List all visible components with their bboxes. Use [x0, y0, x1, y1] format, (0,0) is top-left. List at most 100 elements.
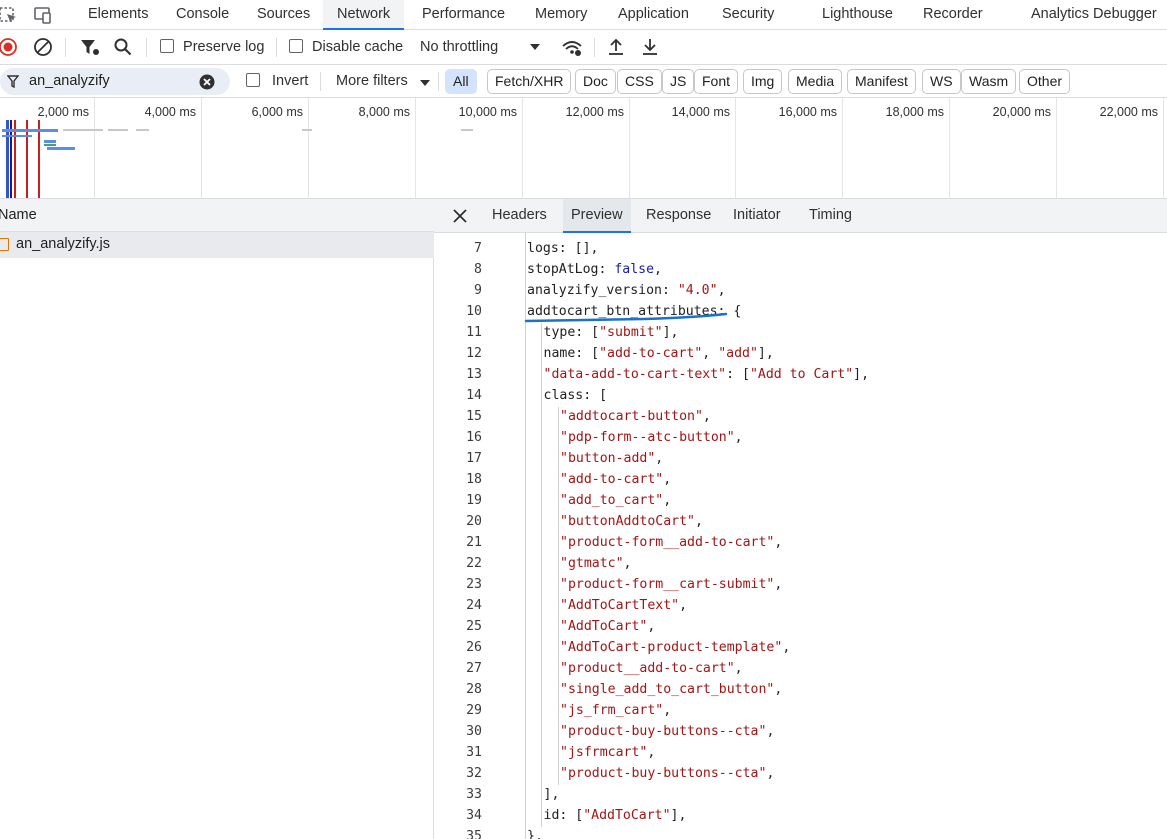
type-filter-wasm[interactable]: Wasm: [961, 69, 1017, 94]
code-text: },: [527, 829, 543, 839]
code-string: "button-add": [560, 451, 656, 466]
type-filter-media[interactable]: Media: [788, 69, 843, 94]
line-number: 25: [466, 619, 482, 634]
timeline-overview[interactable]: 2,000 ms 4,000 ms 6,000 ms 8,000 ms 10,000 m…: [0, 98, 1167, 199]
details-tab-preview[interactable]: Preview: [563, 199, 631, 233]
clear-filter-icon[interactable]: [199, 74, 215, 90]
type-filter-img[interactable]: Img: [743, 69, 783, 94]
name-column-header[interactable]: Name: [0, 199, 434, 232]
annotation-underline: [524, 312, 728, 323]
code-line: 13 "data-add-to-cart-text": ["Add to Cart…: [434, 365, 1167, 386]
code-line: 16 "pdp-form--atc-button",: [434, 428, 1167, 449]
code-text: "addtocart-button",: [560, 409, 711, 424]
script-file-icon: [0, 238, 9, 251]
type-filter-other[interactable]: Other: [1019, 69, 1071, 94]
chevron-down-icon[interactable]: [419, 79, 431, 88]
tab-memory[interactable]: Memory: [535, 0, 587, 30]
checkbox-box[interactable]: [289, 39, 303, 53]
code-line: 28 "single_add_to_cart_button",: [434, 680, 1167, 701]
throttling-select[interactable]: No throttling: [420, 39, 498, 55]
indent-guide: [558, 407, 559, 785]
tab-security[interactable]: Security: [722, 0, 774, 30]
type-filter-js[interactable]: JS: [662, 69, 695, 94]
code-token: analyzify_version:: [527, 283, 678, 298]
type-filter-all[interactable]: All: [445, 69, 477, 94]
disable-cache-checkbox[interactable]: Disable cache: [289, 39, 403, 55]
line-number: 28: [466, 682, 482, 697]
preserve-log-label: Preserve log: [183, 39, 265, 55]
filter-icon[interactable]: [79, 38, 101, 58]
upload-icon[interactable]: [607, 37, 625, 57]
inspect-element-icon[interactable]: [0, 5, 18, 25]
code-line: 22 "gtmatc",: [434, 554, 1167, 575]
overview-bar: [136, 129, 149, 131]
code-line: 21 "product-form__add-to-cart",: [434, 533, 1167, 554]
network-conditions-icon[interactable]: [561, 38, 583, 58]
tab-analytics-debugger[interactable]: Analytics Debugger: [1031, 0, 1157, 30]
device-toolbar-icon[interactable]: [32, 5, 52, 25]
code-token: ,: [663, 703, 672, 718]
code-string: "product-buy-buttons--cta": [560, 766, 767, 781]
type-filter-font[interactable]: Font: [694, 69, 739, 94]
name-header-label: Name: [0, 207, 37, 223]
tab-application[interactable]: Application: [618, 0, 689, 30]
type-filter-fetchxhr[interactable]: Fetch/XHR: [487, 69, 572, 94]
checkbox-box[interactable]: [246, 73, 260, 87]
details-tab-timing[interactable]: Timing: [809, 199, 852, 233]
line-number: 14: [466, 388, 482, 403]
invert-checkbox[interactable]: Invert: [246, 73, 308, 89]
code-token: ,: [663, 493, 672, 508]
checkbox-box[interactable]: [160, 39, 174, 53]
details-tab-bar: Headers Preview Response Initiator Timing: [434, 199, 1167, 233]
code-line: 32 "product-buy-buttons--cta",: [434, 764, 1167, 785]
overview-bar: [44, 144, 56, 146]
tab-sources[interactable]: Sources: [257, 0, 310, 30]
overview-tick-label: 4,000 ms: [144, 105, 196, 119]
tab-console[interactable]: Console: [176, 0, 229, 30]
code-text: "AddToCartText",: [560, 598, 687, 613]
clear-icon[interactable]: [33, 37, 53, 57]
code-string: "add_to_cart": [560, 493, 664, 508]
type-filter-manifest[interactable]: Manifest: [847, 69, 916, 94]
details-tab-headers[interactable]: Headers: [492, 199, 547, 233]
code-token: : [: [726, 367, 750, 382]
more-filters-dropdown[interactable]: More filters: [336, 73, 408, 89]
type-filter-css[interactable]: CSS: [617, 69, 662, 94]
tab-performance[interactable]: Performance: [422, 0, 505, 30]
overview-tick-label: 22,000 ms: [1099, 105, 1158, 119]
type-filter-ws[interactable]: WS: [922, 69, 961, 94]
tab-recorder[interactable]: Recorder: [923, 0, 983, 30]
filter-input[interactable]: an_analyzify: [0, 68, 230, 95]
overview-tick-label: 8,000 ms: [358, 105, 410, 119]
details-tab-response[interactable]: Response: [646, 199, 711, 233]
search-icon[interactable]: [113, 37, 133, 57]
code-token: ,: [663, 472, 672, 487]
line-number: 17: [466, 451, 482, 466]
overview-bar: [44, 140, 56, 143]
code-token: logs: [],: [527, 241, 599, 256]
overview-gridline: [94, 98, 95, 199]
code-token: ,: [702, 409, 711, 424]
code-text: "button-add",: [560, 451, 663, 466]
code-token: ,: [774, 682, 783, 697]
record-stop-icon[interactable]: [0, 37, 18, 57]
code-text: "jsfrmcart",: [560, 745, 655, 760]
details-tab-initiator[interactable]: Initiator: [733, 199, 781, 233]
chevron-down-icon[interactable]: [529, 43, 541, 52]
download-icon[interactable]: [641, 37, 659, 57]
code-line: 31 "jsfrmcart",: [434, 743, 1167, 764]
close-icon[interactable]: [452, 208, 468, 224]
code-string: "data-add-to-cart-text": [543, 367, 727, 382]
tab-network[interactable]: Network: [323, 0, 405, 30]
tab-lighthouse[interactable]: Lighthouse: [822, 0, 893, 30]
preserve-log-checkbox[interactable]: Preserve log: [160, 39, 264, 55]
request-row[interactable]: an_analyzify.js: [0, 232, 434, 258]
code-string: "add": [718, 346, 758, 361]
code-token: type: [: [543, 325, 600, 340]
type-filter-doc[interactable]: Doc: [575, 69, 616, 94]
tab-elements[interactable]: Elements: [88, 0, 148, 30]
code-token: ,: [774, 577, 783, 592]
overview-gridline: [415, 98, 416, 199]
code-line: 17 "button-add",: [434, 449, 1167, 470]
code-text: "product-form__cart-submit",: [560, 577, 782, 592]
